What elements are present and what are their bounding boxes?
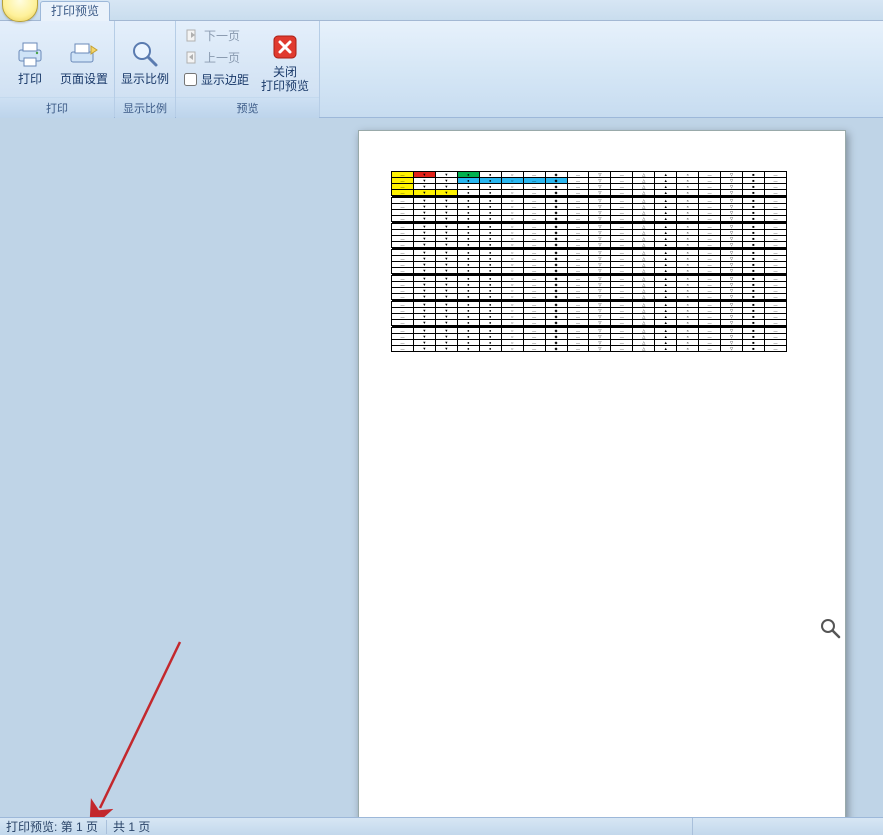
statusbar: 打印预览: 第 1 页 共 1 页: [0, 817, 883, 835]
magnifier-icon: [129, 38, 161, 70]
page-setup-icon: [68, 38, 100, 70]
workspace[interactable]: —▼▼●●○—◆—▽—△▲×—▽■——▼▼●●○—◆—▽—△▲×—▽■——▼▼●…: [0, 118, 883, 819]
status-right-segment: [692, 818, 883, 835]
ribbon: 打印 页面设置 打印: [0, 21, 883, 118]
close-preview-label: 关闭 打印预览: [261, 65, 309, 93]
print-button[interactable]: 打印: [4, 23, 56, 97]
show-margins-label: 显示边距: [201, 71, 249, 88]
next-page-button: 下一页: [180, 25, 253, 46]
printer-icon: [14, 38, 46, 70]
tabstrip: 打印预览: [0, 0, 883, 21]
page-setup-label: 页面设置: [60, 72, 108, 86]
page-setup-button[interactable]: 页面设置: [58, 23, 110, 97]
prev-page-label: 上一页: [204, 49, 240, 66]
zoom-button[interactable]: 显示比例: [119, 23, 171, 97]
ribbon-group-print: 打印 页面设置 打印: [0, 21, 115, 117]
group-zoom-label: 显示比例: [115, 97, 175, 118]
close-icon: [269, 31, 301, 63]
status-pageinfo: 打印预览: 第 1 页: [6, 820, 107, 834]
page-next-icon: [184, 28, 200, 44]
group-print-label: 打印: [0, 97, 114, 118]
print-button-label: 打印: [18, 72, 42, 86]
ribbon-group-preview: 下一页 上一页 显示边距: [176, 21, 320, 117]
status-pagetotal: 共 1 页: [113, 818, 150, 835]
show-margins-checkbox[interactable]: 显示边距: [180, 69, 253, 90]
office-button[interactable]: [2, 0, 38, 22]
tab-print-preview[interactable]: 打印预览: [40, 1, 110, 21]
page-prev-icon: [184, 50, 200, 66]
preview-nav-column: 下一页 上一页 显示边距: [180, 23, 253, 90]
zoom-button-label: 显示比例: [121, 72, 169, 86]
next-page-label: 下一页: [204, 27, 240, 44]
group-preview-label: 预览: [176, 97, 319, 118]
prev-page-button: 上一页: [180, 47, 253, 68]
close-preview-button[interactable]: 关闭 打印预览: [255, 23, 315, 97]
ribbon-group-zoom: 显示比例 显示比例: [115, 21, 176, 117]
sheet-content: —▼▼●●○—◆—▽—△▲×—▽■——▼▼●●○—◆—▽—△▲×—▽■——▼▼●…: [391, 171, 787, 352]
preview-page[interactable]: —▼▼●●○—◆—▽—△▲×—▽■——▼▼●●○—◆—▽—△▲×—▽■——▼▼●…: [358, 130, 846, 819]
show-margins-input[interactable]: [184, 73, 197, 86]
